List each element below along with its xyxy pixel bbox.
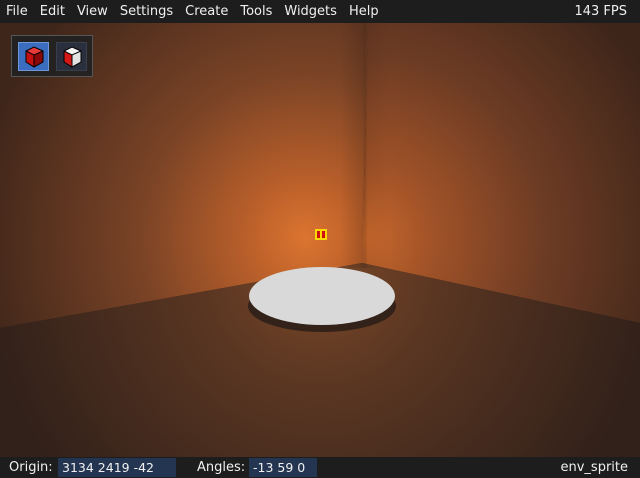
menu-settings[interactable]: Settings	[114, 0, 179, 23]
map-editor-window: File Edit View Settings Create Tools Widgets He…	[0, 0, 640, 478]
menu-tools[interactable]: Tools	[234, 0, 278, 23]
menu-items: File Edit View Settings Create Tools Widgets He…	[0, 0, 385, 23]
env-sprite-entity[interactable]	[315, 229, 327, 240]
menu-help[interactable]: Help	[343, 0, 385, 23]
angles-field[interactable]: -13 59 0	[249, 458, 317, 477]
tool-panel	[11, 35, 93, 77]
status-bar: Origin: 3134 2419 -42 Angles: -13 59 0 e…	[0, 457, 640, 478]
3d-viewport[interactable]	[0, 23, 640, 457]
origin-label: Origin:	[9, 460, 53, 475]
brush-tool-button[interactable]	[56, 42, 87, 71]
menu-bar: File Edit View Settings Create Tools Widgets He…	[0, 0, 640, 23]
angles-label: Angles:	[197, 460, 246, 475]
scene-render[interactable]	[0, 23, 640, 457]
fps-counter: 143 FPS	[574, 4, 627, 19]
platform-top[interactable]	[249, 267, 395, 325]
menu-widgets[interactable]: Widgets	[278, 0, 343, 23]
menu-edit[interactable]: Edit	[34, 0, 71, 23]
selected-entity-class: env_sprite	[560, 460, 628, 475]
corner-edge	[340, 23, 390, 268]
menu-create[interactable]: Create	[179, 0, 234, 23]
origin-field[interactable]: 3134 2419 -42	[58, 458, 176, 477]
brush-cube-icon	[63, 46, 82, 68]
menu-view[interactable]: View	[71, 0, 114, 23]
entity-cube-icon	[25, 46, 44, 68]
menu-file[interactable]: File	[0, 0, 34, 23]
entity-tool-button[interactable]	[18, 42, 49, 71]
